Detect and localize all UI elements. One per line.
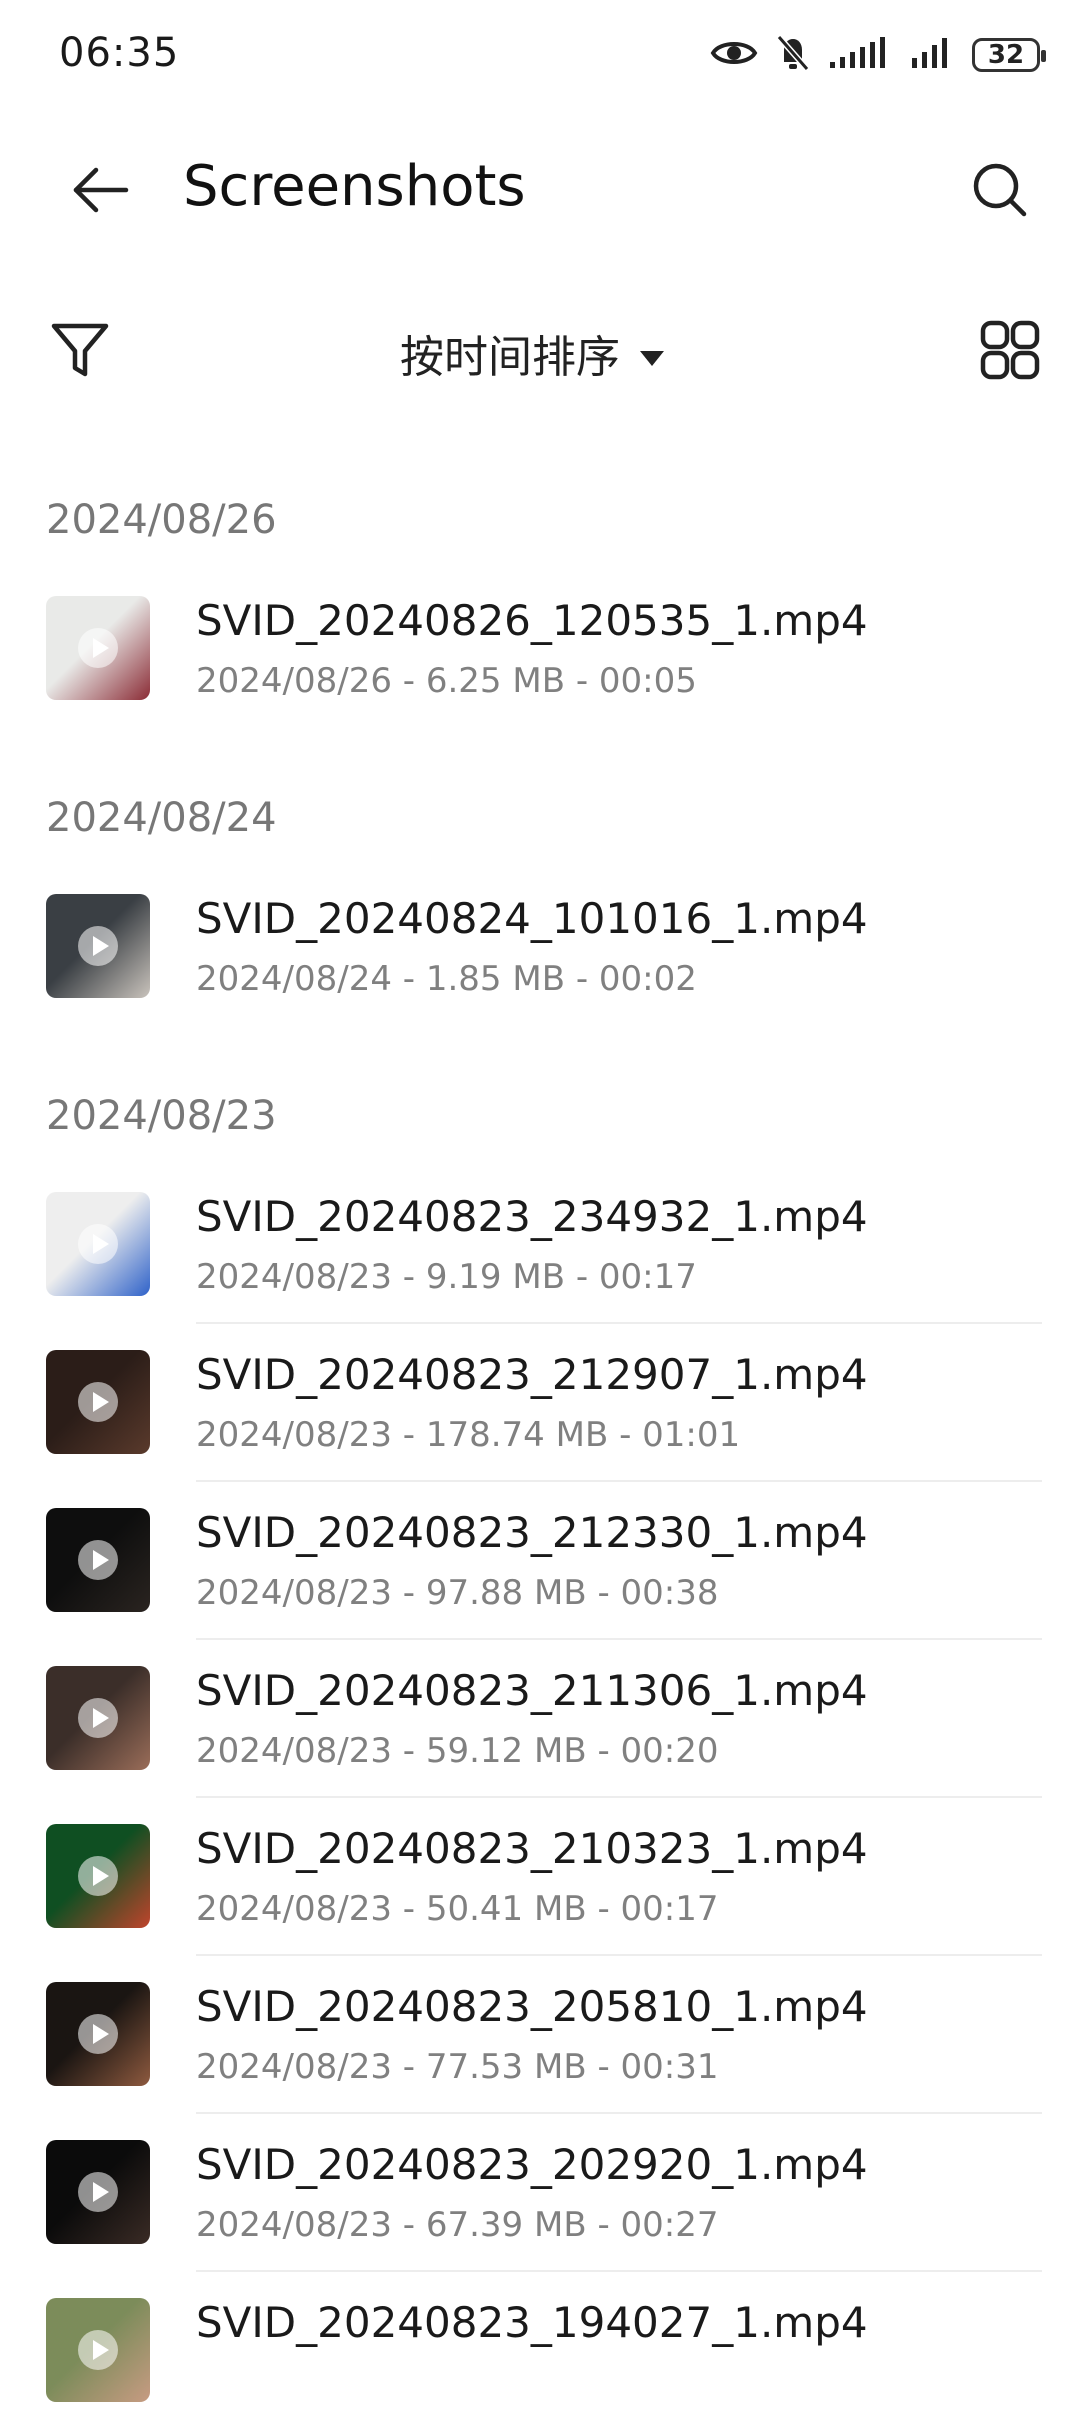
video-thumbnail xyxy=(46,1824,150,1928)
signal-icon xyxy=(910,36,954,74)
file-meta: 2024/08/23 - 50.41 MB - 00:17 xyxy=(196,1889,719,1929)
search-icon xyxy=(968,158,1032,226)
status-icons: 32 xyxy=(710,28,1046,82)
file-name: SVID_20240823_205810_1.mp4 xyxy=(196,1982,868,2031)
signal-icon xyxy=(828,36,892,74)
list-item[interactable]: SVID_20240823_212907_1.mp4 2024/08/23 - 1… xyxy=(0,1324,1080,1482)
video-thumbnail xyxy=(46,1666,150,1770)
file-meta: 2024/08/23 - 9.19 MB - 00:17 xyxy=(196,1257,697,1297)
page-title: Screenshots xyxy=(183,154,526,219)
bell-muted-icon xyxy=(776,34,810,76)
list-item[interactable]: SVID_20240824_101016_1.mp4 2024/08/24 - 1… xyxy=(0,868,1080,1026)
play-icon xyxy=(78,628,118,668)
date-group-header: 2024/08/24 xyxy=(46,795,277,841)
status-time: 06:35 xyxy=(59,30,180,76)
app-bar: Screenshots xyxy=(0,130,1080,250)
file-meta: 2024/08/24 - 1.85 MB - 00:02 xyxy=(196,959,697,999)
filter-button[interactable] xyxy=(40,312,120,392)
file-name: SVID_20240823_194027_1.mp4 xyxy=(196,2298,868,2347)
file-meta: 2024/08/26 - 6.25 MB - 00:05 xyxy=(196,661,697,701)
list-item[interactable]: SVID_20240826_120535_1.mp4 2024/08/26 - 6… xyxy=(0,570,1080,728)
play-icon xyxy=(78,2172,118,2212)
file-name: SVID_20240824_101016_1.mp4 xyxy=(196,894,868,943)
list-item[interactable]: SVID_20240823_210323_1.mp4 2024/08/23 - 5… xyxy=(0,1798,1080,1956)
toolbar: 按时间排序 xyxy=(0,300,1080,410)
play-icon xyxy=(78,1540,118,1580)
caret-down-icon xyxy=(638,328,666,379)
list-item[interactable]: SVID_20240823_212330_1.mp4 2024/08/23 - 9… xyxy=(0,1482,1080,1640)
file-meta: 2024/08/23 - 97.88 MB - 00:38 xyxy=(196,1573,719,1613)
sort-label: 按时间排序 xyxy=(400,332,620,383)
file-name: SVID_20240823_210323_1.mp4 xyxy=(196,1824,868,1873)
battery-icon: 32 xyxy=(972,38,1046,72)
play-icon xyxy=(78,1382,118,1422)
file-name: SVID_20240823_212907_1.mp4 xyxy=(196,1350,868,1399)
file-meta: 2024/08/23 - 77.53 MB - 00:31 xyxy=(196,2047,719,2087)
video-thumbnail xyxy=(46,596,150,700)
play-icon xyxy=(78,1856,118,1896)
video-thumbnail xyxy=(46,2140,150,2244)
file-meta: 2024/08/23 - 178.74 MB - 01:01 xyxy=(196,1415,741,1455)
video-thumbnail xyxy=(46,894,150,998)
sort-dropdown[interactable]: 按时间排序 xyxy=(400,318,666,388)
file-name: SVID_20240826_120535_1.mp4 xyxy=(196,596,868,645)
file-name: SVID_20240823_211306_1.mp4 xyxy=(196,1666,868,1715)
back-button[interactable] xyxy=(60,152,140,232)
search-button[interactable] xyxy=(960,152,1040,232)
arrow-left-icon xyxy=(68,158,132,226)
file-name: SVID_20240823_212330_1.mp4 xyxy=(196,1508,868,1557)
play-icon xyxy=(78,2330,118,2370)
video-thumbnail xyxy=(46,1508,150,1612)
video-thumbnail xyxy=(46,1192,150,1296)
file-meta: 2024/08/23 - 59.12 MB - 00:20 xyxy=(196,1731,719,1771)
file-name: SVID_20240823_202920_1.mp4 xyxy=(196,2140,868,2189)
video-thumbnail xyxy=(46,2298,150,2402)
list-item[interactable]: SVID_20240823_202920_1.mp4 2024/08/23 - 6… xyxy=(0,2114,1080,2272)
date-group-header: 2024/08/23 xyxy=(46,1093,277,1139)
filter-icon xyxy=(48,318,112,386)
file-name: SVID_20240823_234932_1.mp4 xyxy=(196,1192,868,1241)
list-item[interactable]: SVID_20240823_211306_1.mp4 2024/08/23 - 5… xyxy=(0,1640,1080,1798)
video-thumbnail xyxy=(46,1982,150,2086)
play-icon xyxy=(78,2014,118,2054)
grid-view-button[interactable] xyxy=(970,312,1050,392)
list-item[interactable]: SVID_20240823_234932_1.mp4 2024/08/23 - 9… xyxy=(0,1166,1080,1324)
eye-icon xyxy=(710,37,758,73)
list-item[interactable]: SVID_20240823_205810_1.mp4 2024/08/23 - 7… xyxy=(0,1956,1080,2114)
play-icon xyxy=(78,1224,118,1264)
date-group-header: 2024/08/26 xyxy=(46,497,277,543)
file-list: 2024/08/26 SVID_20240826_120535_1.mp4 2024… xyxy=(0,470,1080,2430)
status-bar: 06:35 32 xyxy=(0,0,1080,110)
list-item[interactable]: SVID_20240823_194027_1.mp4 xyxy=(0,2272,1080,2430)
video-thumbnail xyxy=(46,1350,150,1454)
grid-view-icon xyxy=(978,318,1042,386)
play-icon xyxy=(78,926,118,966)
file-meta: 2024/08/23 - 67.39 MB - 00:27 xyxy=(196,2205,719,2245)
play-icon xyxy=(78,1698,118,1738)
